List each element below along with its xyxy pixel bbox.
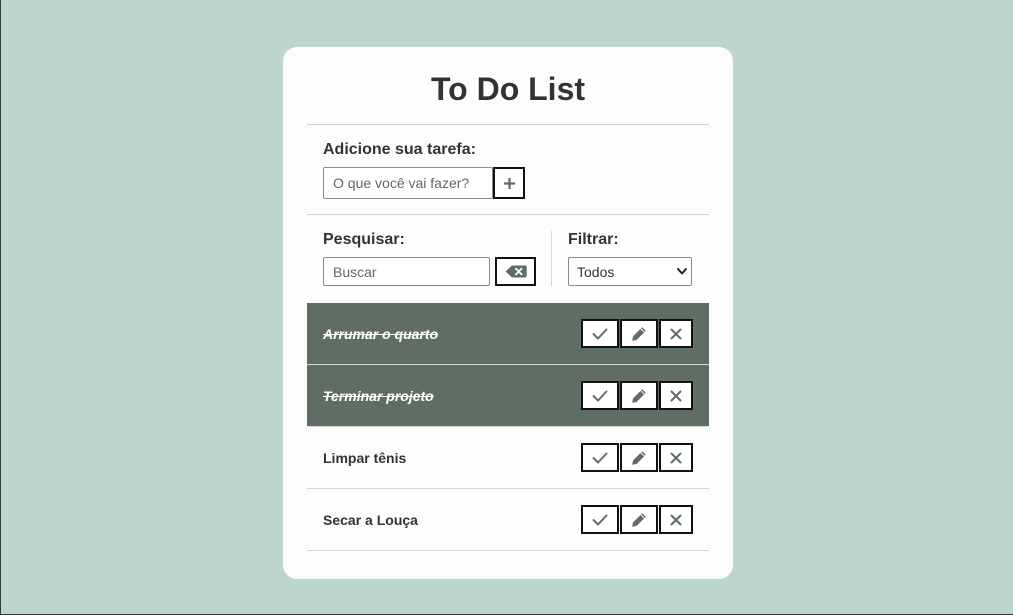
todo-item: Terminar projeto: [307, 365, 709, 427]
backspace-icon: [505, 265, 527, 278]
todo-actions: [580, 381, 693, 410]
edit-todo-button[interactable]: [620, 381, 658, 410]
check-icon: [592, 514, 608, 525]
pencil-icon: [632, 512, 646, 527]
search-label: Pesquisar:: [323, 231, 405, 248]
todo-item: Limpar tênis: [307, 427, 709, 489]
close-icon: [670, 328, 682, 339]
edit-todo-button[interactable]: [620, 319, 658, 348]
todo-list: Arrumar o quarto Terminar projeto Limpar…: [307, 303, 709, 551]
filter-select-wrap: Todos: [568, 257, 692, 286]
edit-todo-button[interactable]: [620, 505, 658, 534]
remove-todo-button[interactable]: [659, 319, 693, 348]
plus-icon: [503, 177, 515, 189]
pencil-icon: [632, 450, 646, 465]
close-icon: [670, 390, 682, 401]
finish-todo-button[interactable]: [581, 443, 619, 472]
filter-label: Filtrar:: [568, 231, 619, 248]
todo-text: Terminar projeto: [323, 387, 434, 404]
search-input[interactable]: [323, 257, 490, 286]
todo-actions: [580, 505, 693, 534]
check-icon: [592, 452, 608, 463]
todo-item: Arrumar o quarto: [307, 303, 709, 365]
todo-card: To Do List Adicione sua tarefa: Pesquisa…: [283, 47, 733, 579]
edit-todo-button[interactable]: [620, 443, 658, 472]
search-filter-section: Pesquisar: Filtrar: Todos: [307, 215, 709, 303]
filter-select[interactable]: Todos: [568, 257, 692, 286]
close-icon: [670, 452, 682, 463]
todo-actions: [580, 319, 693, 348]
remove-todo-button[interactable]: [659, 381, 693, 410]
add-todo-button[interactable]: [493, 167, 525, 199]
todo-item: Secar a Louça: [307, 489, 709, 551]
search-row: [323, 257, 551, 286]
check-icon: [592, 328, 608, 339]
pencil-icon: [632, 326, 646, 341]
erase-search-button[interactable]: [495, 257, 536, 286]
close-icon: [670, 514, 682, 525]
remove-todo-button[interactable]: [659, 505, 693, 534]
finish-todo-button[interactable]: [581, 319, 619, 348]
search-area: Pesquisar:: [307, 231, 552, 286]
pencil-icon: [632, 388, 646, 403]
todo-text: Arrumar o quarto: [323, 325, 439, 342]
add-todo-input[interactable]: [323, 167, 493, 199]
filter-area: Filtrar: Todos: [552, 231, 692, 286]
todo-text: Secar a Louça: [323, 511, 418, 528]
add-todo-label: Adicione sua tarefa:: [323, 141, 476, 158]
page-title: To Do List: [307, 47, 709, 125]
add-todo-row: [323, 167, 693, 199]
todo-text: Limpar tênis: [323, 449, 407, 466]
add-todo-form: Adicione sua tarefa:: [307, 125, 709, 215]
todo-actions: [580, 443, 693, 472]
check-icon: [592, 390, 608, 401]
remove-todo-button[interactable]: [659, 443, 693, 472]
finish-todo-button[interactable]: [581, 381, 619, 410]
finish-todo-button[interactable]: [581, 505, 619, 534]
